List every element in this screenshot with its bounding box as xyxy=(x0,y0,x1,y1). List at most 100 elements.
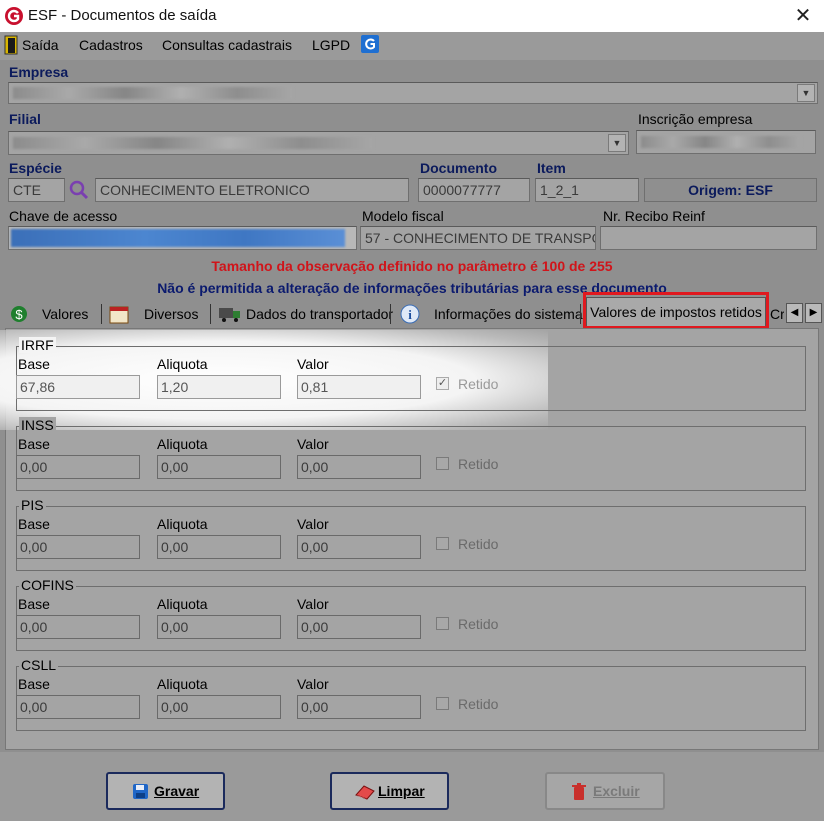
limpar-label: Limpar xyxy=(378,783,425,799)
group-title: COFINS xyxy=(19,577,76,593)
filial-label: Filial xyxy=(9,111,41,127)
search-icon[interactable] xyxy=(68,179,90,201)
retido-label: Retido xyxy=(458,696,499,712)
base-label: Base xyxy=(18,436,50,452)
close-button[interactable]: ✕ xyxy=(790,3,816,29)
base-field[interactable]: 67,86 xyxy=(16,375,140,399)
valor-field[interactable]: 0,00 xyxy=(297,455,421,479)
calendar-icon xyxy=(109,306,129,324)
recibo-reinf-field[interactable] xyxy=(600,226,817,250)
valor-field[interactable]: 0,81 xyxy=(297,375,421,399)
svg-text:$: $ xyxy=(15,307,23,322)
base-field[interactable]: 0,00 xyxy=(16,615,140,639)
aliquota-field[interactable]: 0,00 xyxy=(157,695,281,719)
tab-separator xyxy=(210,304,211,324)
tab-separator xyxy=(390,304,391,324)
redacted-value xyxy=(13,87,293,99)
retido-checkbox[interactable] xyxy=(436,617,449,630)
money-icon: $ xyxy=(11,306,27,322)
valor-label: Valor xyxy=(297,676,329,692)
aliquota-label: Aliquota xyxy=(157,596,208,612)
tab-diversos[interactable]: Diversos xyxy=(140,301,198,327)
filial-select[interactable] xyxy=(8,131,629,155)
especie-code-field[interactable]: CTE xyxy=(8,178,65,202)
valor-label: Valor xyxy=(297,356,329,372)
aliquota-label: Aliquota xyxy=(157,516,208,532)
lgpd-logo-icon[interactable] xyxy=(361,35,379,53)
exit-door-icon xyxy=(4,35,18,55)
aliquota-label: Aliquota xyxy=(157,356,208,372)
valor-label: Valor xyxy=(297,436,329,452)
group-title: CSLL xyxy=(19,657,59,673)
retido-label: Retido xyxy=(458,456,499,472)
valor-label: Valor xyxy=(297,516,329,532)
base-field[interactable]: 0,00 xyxy=(16,535,140,559)
base-field[interactable]: 0,00 xyxy=(16,695,140,719)
valor-label: Valor xyxy=(297,596,329,612)
empresa-dropdown-arrow[interactable]: ▼ xyxy=(797,84,815,102)
redacted-value xyxy=(641,136,801,148)
group-title: IRRF xyxy=(19,337,56,353)
menu-lgpd[interactable]: LGPD xyxy=(312,37,350,53)
retido-checkbox[interactable] xyxy=(436,697,449,710)
tab-valores[interactable]: Valores xyxy=(38,301,88,327)
documento-field[interactable]: 0000077777 xyxy=(418,178,530,202)
retido-label: Retido xyxy=(458,536,499,552)
gravar-label: Gravar xyxy=(154,783,200,799)
base-label: Base xyxy=(18,676,50,692)
excluir-label: Excluir xyxy=(593,783,640,799)
menu-consultas-cadastrais[interactable]: Consultas cadastrais xyxy=(162,37,292,53)
retido-checkbox[interactable]: ✓ xyxy=(436,377,449,390)
valor-field[interactable]: 0,00 xyxy=(297,615,421,639)
tab-scroll-right-button[interactable]: ▶ xyxy=(805,303,822,323)
group-title: PIS xyxy=(19,497,46,513)
tab-informacoes-sistema[interactable]: Informações do sistema xyxy=(430,301,583,327)
gravar-button[interactable]: Gravar xyxy=(106,772,225,810)
redacted-value xyxy=(13,137,373,149)
aliquota-field[interactable]: 1,20 xyxy=(157,375,281,399)
retido-checkbox[interactable] xyxy=(436,457,449,470)
tab-scroll-left-button[interactable]: ◀ xyxy=(786,303,803,323)
limpar-button[interactable]: Limpar xyxy=(330,772,449,810)
aliquota-field[interactable]: 0,00 xyxy=(157,615,281,639)
aliquota-field[interactable]: 0,00 xyxy=(157,455,281,479)
warning-observacao: Tamanho da observação definido no parâme… xyxy=(211,258,613,274)
modelo-fiscal-field[interactable]: 57 - CONHECIMENTO DE TRANSPOR xyxy=(360,226,596,250)
highlight-box xyxy=(583,292,769,329)
filial-dropdown-arrow[interactable]: ▼ xyxy=(608,134,626,152)
especie-description-field[interactable]: CONHECIMENTO ELETRONICO xyxy=(95,178,409,202)
eraser-icon xyxy=(355,785,375,800)
chave-acesso-field[interactable] xyxy=(8,226,357,250)
excluir-button[interactable]: Excluir xyxy=(545,772,665,810)
retido-checkbox[interactable] xyxy=(436,537,449,550)
aliquota-label: Aliquota xyxy=(157,676,208,692)
valor-field[interactable]: 0,00 xyxy=(297,695,421,719)
aliquota-label: Aliquota xyxy=(157,436,208,452)
inscricao-label: Inscrição empresa xyxy=(638,111,753,127)
floppy-disk-icon xyxy=(133,784,148,799)
tab-dados-transportador[interactable]: Dados do transportador xyxy=(242,301,393,327)
item-field[interactable]: 1_2_1 xyxy=(535,178,639,202)
base-field[interactable]: 0,00 xyxy=(16,455,140,479)
base-label: Base xyxy=(18,516,50,532)
modelo-fiscal-label: Modelo fiscal xyxy=(362,208,444,224)
truck-icon xyxy=(219,308,240,322)
menu-cadastros[interactable]: Cadastros xyxy=(79,37,143,53)
valor-field[interactable]: 0,00 xyxy=(297,535,421,559)
inscricao-field[interactable] xyxy=(636,130,816,154)
tab-separator xyxy=(580,304,581,324)
tab-separator xyxy=(101,304,102,324)
tab-overflow[interactable]: Cr xyxy=(768,301,784,327)
menu-saida[interactable]: Saída xyxy=(22,37,59,53)
info-icon: i xyxy=(400,304,420,324)
documento-label: Documento xyxy=(420,160,497,176)
retido-label: Retido xyxy=(458,376,499,392)
empresa-select[interactable] xyxy=(8,82,818,104)
item-label: Item xyxy=(537,160,566,176)
window-title: ESF - Documentos de saída xyxy=(28,7,217,24)
group-title: INSS xyxy=(19,417,56,433)
aliquota-field[interactable]: 0,00 xyxy=(157,535,281,559)
origem-badge: Origem: ESF xyxy=(644,178,817,202)
retido-label: Retido xyxy=(458,616,499,632)
svg-text:i: i xyxy=(408,307,412,322)
